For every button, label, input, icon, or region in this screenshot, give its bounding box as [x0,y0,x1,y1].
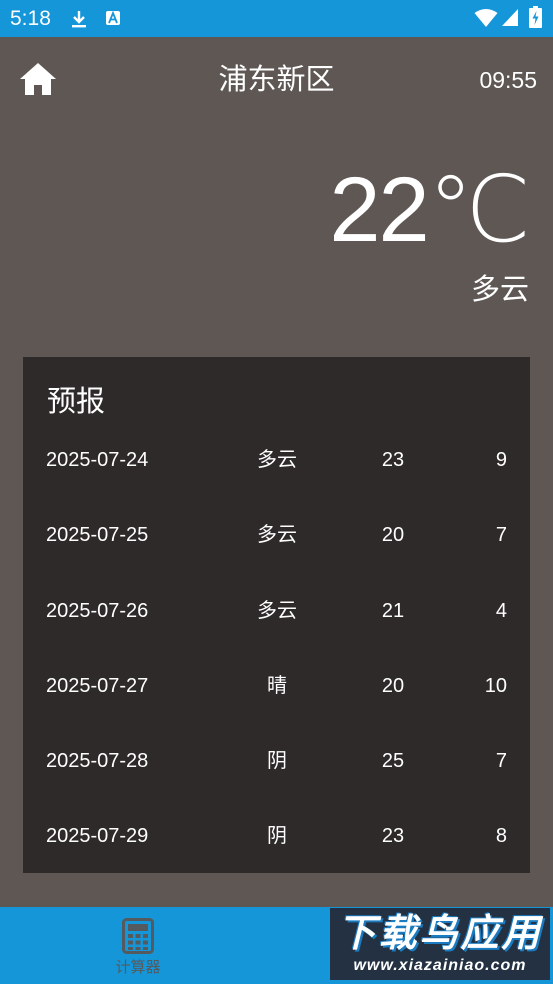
forecast-list: 2025-07-24 多云 23 9 2025-07-25 多云 20 7 20… [23,422,530,874]
forecast-high: 23 [381,825,405,848]
forecast-high: 20 [381,674,405,697]
signal-icon [502,9,518,26]
status-time: 5:18 [10,7,51,30]
forecast-row: 2025-07-26 多云 21 4 [23,573,530,648]
forecast-low: 7 [495,524,507,547]
forecast-low: 4 [495,599,507,622]
notification-a-icon [106,10,120,25]
forecast-date: 2025-07-28 [46,750,149,773]
forecast-condition: 多云 [257,524,297,547]
current-temperature: 22℃ [329,159,531,261]
forecast-row: 2025-07-29 阴 23 8 [23,798,530,873]
forecast-date: 2025-07-27 [46,674,149,697]
forecast-low: 10 [484,674,507,697]
forecast-date: 2025-07-24 [46,449,149,471]
watermark-title: 下载鸟应用 [337,913,543,955]
wifi-icon [474,9,498,27]
nav-item-calculator[interactable]: 计算器 [88,907,188,984]
download-icon [72,11,86,28]
current-condition: 多云 [470,274,529,306]
forecast-low: 8 [495,825,507,848]
forecast-condition: 阴 [267,750,287,773]
forecast-title: 预报 [47,386,106,418]
forecast-high: 21 [381,599,405,622]
calculator-icon [122,918,154,954]
app-bar: 浦东新区 09:55 [0,37,553,125]
location-title: 浦东新区 [218,64,335,96]
forecast-condition: 阴 [267,825,287,848]
watermark-logo: 下载鸟应用 www.xiazainiao.com [330,908,550,980]
nav-label-calculator: 计算器 [115,959,161,976]
forecast-high: 23 [381,449,405,471]
forecast-row: 2025-07-24 多云 23 9 [23,422,530,497]
forecast-date: 2025-07-29 [46,825,149,848]
watermark-url: www.xiazainiao.com [353,957,527,974]
forecast-condition: 多云 [257,449,297,471]
forecast-row: 2025-07-25 多云 20 7 [23,497,530,572]
forecast-low: 7 [495,750,507,773]
status-bar: 5:18 [0,0,553,37]
forecast-row: 2025-07-28 阴 25 7 [23,723,530,798]
forecast-card: 预报 2025-07-24 多云 23 9 2025-07-25 多云 20 7… [23,357,530,873]
forecast-row: 2025-07-27 晴 20 10 [23,648,530,723]
update-time: 09:55 [479,67,537,93]
forecast-condition: 晴 [267,674,287,697]
forecast-condition: 多云 [257,599,297,622]
forecast-low: 9 [495,449,507,471]
battery-charging-icon [529,6,542,28]
forecast-high: 20 [381,524,405,547]
forecast-date: 2025-07-26 [46,599,149,622]
forecast-high: 25 [381,750,405,773]
forecast-date: 2025-07-25 [46,524,149,547]
